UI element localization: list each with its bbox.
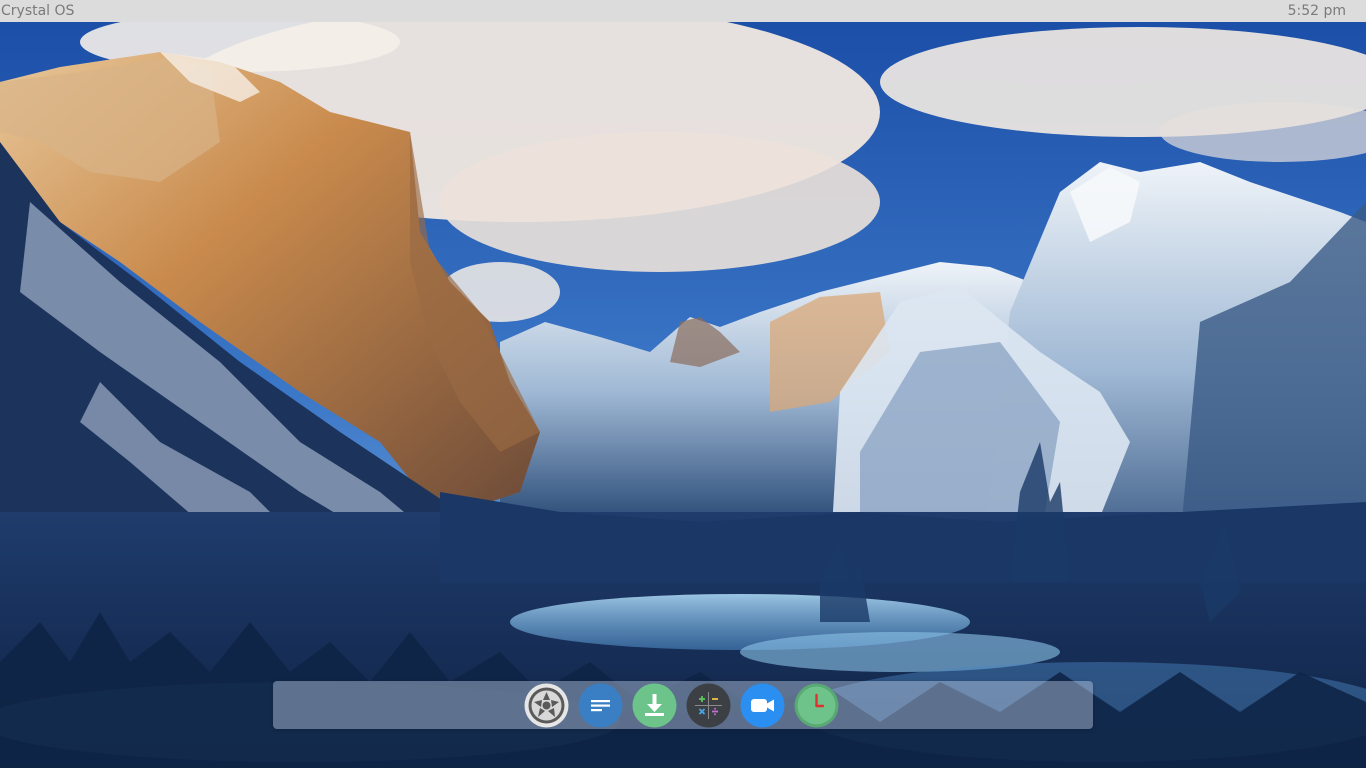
menu-lines-icon[interactable] (578, 683, 623, 728)
settings-wheel-icon[interactable] (524, 683, 569, 728)
desktop: Crystal OS 5:52 pm (0, 0, 1366, 768)
os-name-label[interactable]: Crystal OS (1, 0, 74, 22)
video-camera-icon[interactable] (740, 683, 785, 728)
clock-icon[interactable] (794, 683, 839, 728)
download-icon[interactable] (632, 683, 677, 728)
mountain-landscape-wallpaper (0, 22, 1366, 768)
dock (273, 681, 1093, 729)
calculator-icon[interactable] (686, 683, 731, 728)
clock-label[interactable]: 5:52 pm (1288, 0, 1346, 22)
top-bar: Crystal OS 5:52 pm (0, 0, 1366, 22)
